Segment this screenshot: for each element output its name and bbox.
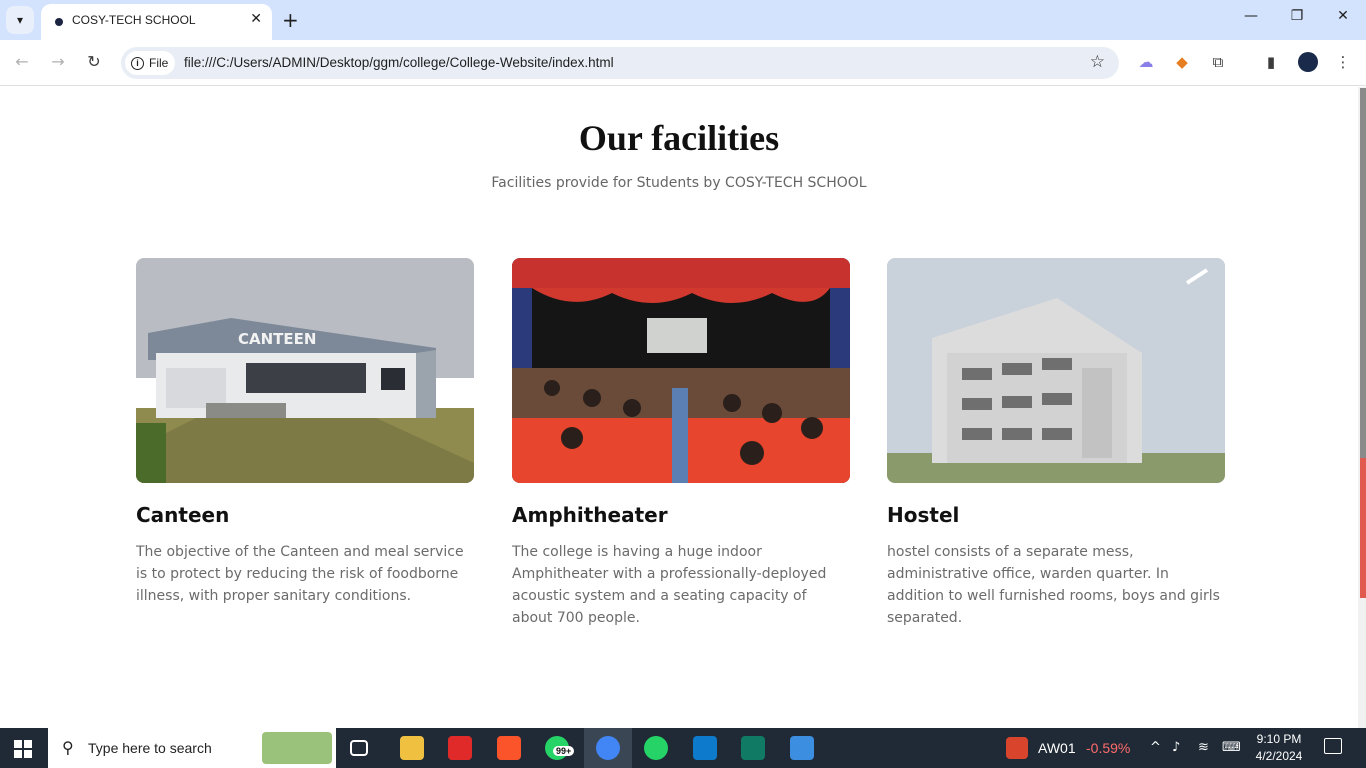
reload-icon[interactable]: ↻ [84, 52, 104, 71]
minimize-button[interactable]: — [1239, 8, 1263, 24]
vscode-icon[interactable] [693, 736, 717, 760]
wifi-icon[interactable]: ≋ [1198, 740, 1209, 755]
facility-card-canteen: CANTEEN Canteen The objective of the Can… [136, 258, 474, 607]
tab-title: COSY-TECH SCHOOL [72, 13, 196, 27]
extensions-puzzle-icon[interactable]: ⧉ [1208, 53, 1228, 73]
restore-button[interactable]: ❐ [1285, 8, 1309, 24]
notification-badge: 99+ [553, 746, 575, 756]
url-text[interactable]: file:///C:/Users/ADMIN/Desktop/ggm/colle… [184, 55, 614, 70]
stock-change: -0.59% [1086, 740, 1131, 756]
amphitheater-image [512, 258, 850, 483]
page-content: Our facilities Facilities provide for St… [0, 87, 1358, 728]
facility-card-amphitheater: Amphitheater The college is having a hug… [512, 258, 850, 629]
metamask-fox-icon[interactable]: ◆ [1172, 53, 1192, 73]
task-view-icon[interactable] [350, 740, 368, 756]
menu-dots-icon[interactable]: ⋮ [1333, 53, 1353, 73]
taskbar-search-box[interactable]: ⚲ Type here to search [48, 728, 336, 768]
info-icon: i [131, 56, 144, 70]
bookmark-star-icon[interactable]: ☆ [1090, 52, 1105, 72]
new-tab-button[interactable]: + [282, 8, 299, 32]
file-explorer-icon[interactable] [400, 736, 424, 760]
browser-tab[interactable]: COSY-TECH SCHOOL ✕ [41, 4, 272, 40]
card-title: Canteen [136, 503, 230, 527]
side-panel-icon[interactable]: ▮ [1261, 53, 1281, 73]
chip-label: File [149, 56, 169, 70]
facility-card-hostel: Hostel hostel consists of a separate mes… [887, 258, 1225, 629]
chrome-icon[interactable] [596, 736, 620, 760]
close-window-button[interactable]: ✕ [1331, 8, 1355, 24]
photos-icon[interactable] [790, 736, 814, 760]
keyboard-icon[interactable]: ⌨ [1222, 740, 1241, 755]
stock-chart-icon[interactable] [1006, 737, 1028, 759]
tab-close-icon[interactable]: ✕ [250, 11, 262, 27]
scrollbar-accent [1360, 458, 1366, 598]
brave-browser-icon[interactable] [497, 736, 521, 760]
card-title: Hostel [887, 503, 960, 527]
tab-strip: ▾ COSY-TECH SCHOOL ✕ + — ❐ ✕ [0, 0, 1366, 40]
back-arrow-icon[interactable]: ← [12, 52, 32, 71]
profile-avatar[interactable] [1298, 52, 1318, 72]
publisher-icon[interactable] [741, 736, 765, 760]
system-clock[interactable]: 9:10 PM 4/2/2024 [1252, 731, 1306, 765]
search-icon: ⚲ [62, 738, 74, 757]
canteen-image: CANTEEN [136, 258, 474, 483]
extension-cloud-icon[interactable]: ☁ [1136, 53, 1156, 73]
search-placeholder: Type here to search [88, 740, 212, 756]
chevron-up-icon[interactable]: ^ [1150, 740, 1161, 755]
whatsapp-icon[interactable] [644, 736, 668, 760]
card-title: Amphitheater [512, 503, 668, 527]
media-app-icon[interactable] [448, 736, 472, 760]
card-description: The college is having a huge indoor Amph… [512, 544, 827, 626]
forward-arrow-icon[interactable]: → [48, 52, 68, 71]
card-description: hostel consists of a separate mess, admi… [887, 544, 1220, 626]
volume-icon[interactable]: ♪ [1172, 740, 1180, 755]
hostel-image [887, 258, 1225, 483]
windows-start-icon[interactable] [14, 740, 32, 758]
search-highlight-illustration [262, 732, 332, 764]
clock-date: 4/2/2024 [1255, 749, 1303, 763]
section-title: Our facilities [578, 118, 780, 158]
tab-search-button[interactable]: ▾ [6, 6, 34, 34]
chevron-down-icon: ▾ [16, 13, 24, 27]
favicon-icon [55, 18, 63, 26]
address-bar[interactable]: i File file:///C:/Users/ADMIN/Desktop/gg… [121, 47, 1119, 79]
card-description: The objective of the Canteen and meal se… [136, 544, 464, 604]
site-info-chip[interactable]: i File [125, 51, 175, 75]
clock-time: 9:10 PM [1256, 732, 1302, 746]
notification-center-icon[interactable] [1324, 738, 1342, 754]
taskbar: ⚲ Type here to search 99+ AW01 -0.59% ^ … [0, 728, 1366, 768]
section-subtitle: Facilities provide for Students by COSY-… [491, 175, 867, 191]
browser-toolbar: ← → ↻ i File file:///C:/Users/ADMIN/Desk… [0, 40, 1366, 86]
canteen-sign-text: CANTEEN [238, 330, 316, 348]
stock-ticker[interactable]: AW01 [1038, 740, 1076, 756]
